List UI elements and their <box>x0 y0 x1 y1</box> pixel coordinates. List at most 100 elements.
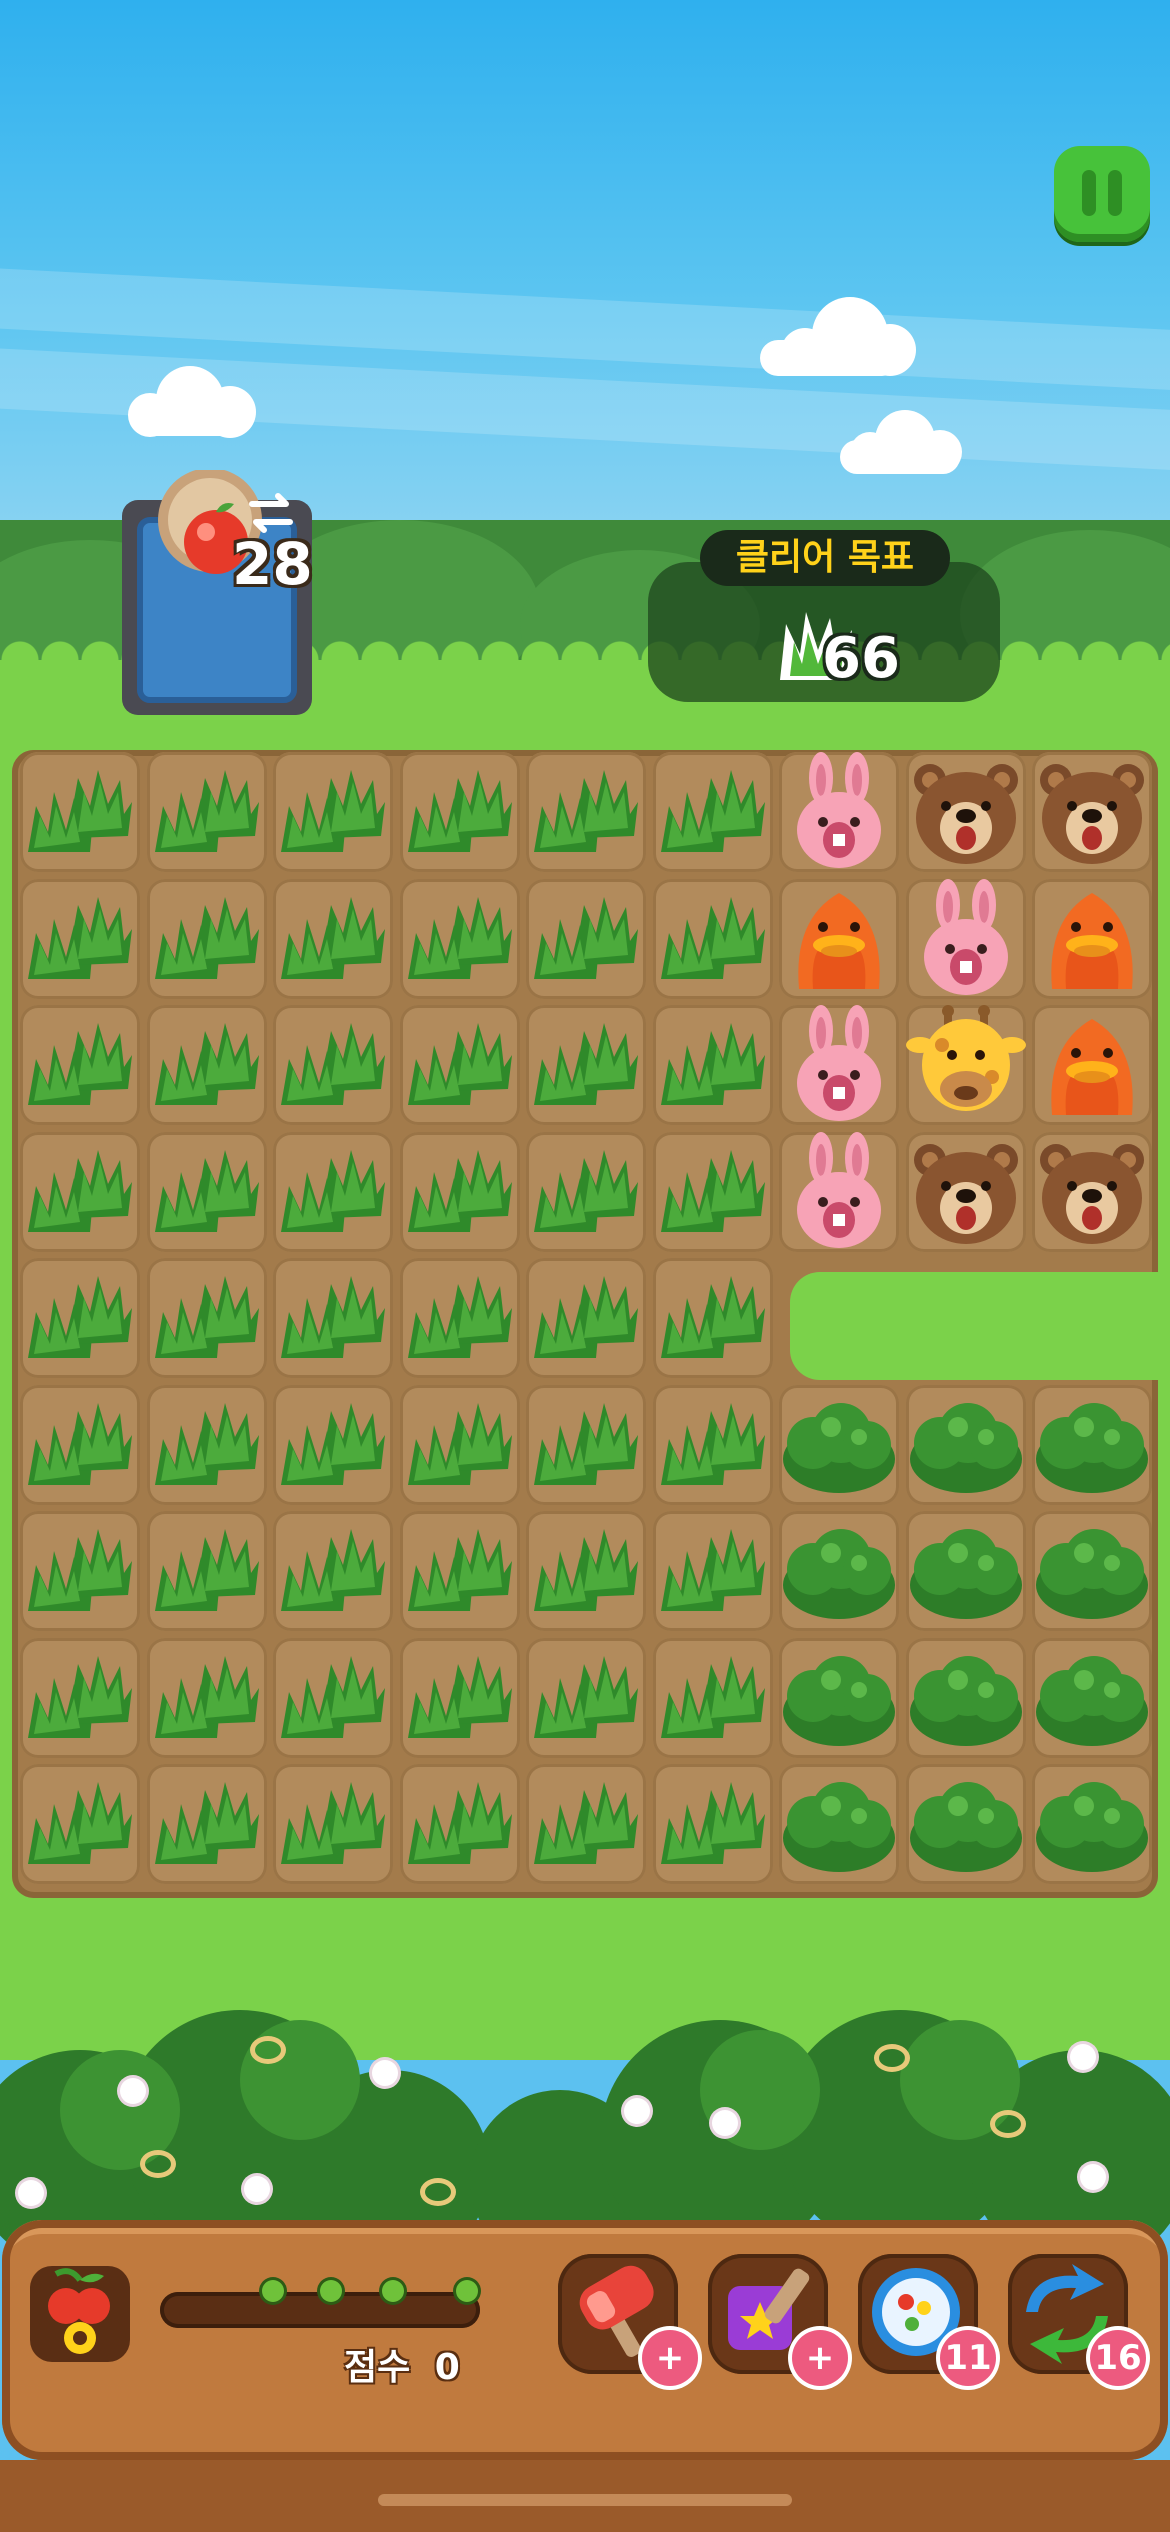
duck-tile[interactable] <box>1032 1005 1152 1125</box>
grass-icon <box>28 1276 132 1358</box>
bush-tile[interactable] <box>779 1511 899 1631</box>
bush-tile[interactable] <box>779 1637 899 1758</box>
bush-tile[interactable] <box>779 1384 899 1505</box>
grass-icon <box>154 1782 259 1864</box>
flower <box>120 2078 146 2104</box>
grass-icon <box>407 1023 512 1105</box>
bear-tile[interactable] <box>1032 752 1152 872</box>
grass-tile[interactable] <box>20 1764 140 1884</box>
grass-tile[interactable] <box>652 752 773 872</box>
grass-tile[interactable] <box>526 1511 646 1631</box>
grass-tile[interactable] <box>146 1131 267 1252</box>
grass-icon <box>534 770 638 852</box>
pause-button[interactable] <box>1054 146 1150 242</box>
grass-tile[interactable] <box>146 1258 267 1378</box>
bear-tile[interactable] <box>905 1131 1026 1252</box>
grass-tile[interactable] <box>273 752 393 872</box>
grass-tile[interactable] <box>273 1637 393 1758</box>
grass-tile[interactable] <box>399 1258 520 1378</box>
rabbit-tile[interactable] <box>779 1131 899 1252</box>
rabbit-tile[interactable] <box>905 878 1026 999</box>
grass-icon <box>660 1149 765 1232</box>
flower <box>712 2110 738 2136</box>
grass-icon <box>534 1529 638 1611</box>
grass-tile[interactable] <box>273 1511 393 1631</box>
grass-tile[interactable] <box>273 1764 393 1884</box>
grass-tile[interactable] <box>652 1764 773 1884</box>
grass-icon <box>154 1023 259 1105</box>
grass-tile[interactable] <box>526 1005 646 1125</box>
rabbit-icon <box>797 1131 881 1248</box>
grass-tile[interactable] <box>20 1258 140 1378</box>
bush-tile[interactable] <box>905 1637 1026 1758</box>
grass-tile[interactable] <box>399 1384 520 1505</box>
grass-tile[interactable] <box>273 1384 393 1505</box>
grass-tile[interactable] <box>399 1637 520 1758</box>
grass-tile[interactable] <box>20 878 140 999</box>
grass-icon <box>154 1529 259 1611</box>
grass-tile[interactable] <box>273 1131 393 1252</box>
grass-tile[interactable] <box>273 878 393 999</box>
grass-tile[interactable] <box>399 1764 520 1884</box>
bush-tile[interactable] <box>1032 1764 1152 1884</box>
grass-tile[interactable] <box>146 878 267 999</box>
grass-tile[interactable] <box>652 1511 773 1631</box>
grass-tile[interactable] <box>20 1131 140 1252</box>
grass-tile[interactable] <box>399 1511 520 1631</box>
bush-tile[interactable] <box>1032 1637 1152 1758</box>
grass-tile[interactable] <box>526 752 646 872</box>
bush-tile[interactable] <box>905 1511 1026 1631</box>
rabbit-tile[interactable] <box>779 1005 899 1125</box>
grass-icon <box>281 896 385 979</box>
grass-tile[interactable] <box>273 1005 393 1125</box>
duck-icon <box>798 892 880 989</box>
grass-tile[interactable] <box>20 1384 140 1505</box>
grass-tile[interactable] <box>652 1258 773 1378</box>
bush-icon <box>783 1655 895 1746</box>
grass-tile[interactable] <box>399 1131 520 1252</box>
grass-tile[interactable] <box>652 1384 773 1505</box>
grass-tile[interactable] <box>526 1764 646 1884</box>
grass-tile[interactable] <box>526 1258 646 1378</box>
grass-icon <box>281 1402 385 1485</box>
bush-tile[interactable] <box>1032 1511 1152 1631</box>
bush-tile[interactable] <box>779 1764 899 1884</box>
hammer-badge: + <box>642 2330 698 2386</box>
grass-tile[interactable] <box>146 1005 267 1125</box>
grass-tile[interactable] <box>146 1764 267 1884</box>
grass-tile[interactable] <box>273 1258 393 1378</box>
flower <box>372 2060 398 2086</box>
grass-tile[interactable] <box>652 878 773 999</box>
grass-icon <box>28 1655 132 1738</box>
duck-tile[interactable] <box>779 878 899 999</box>
giraffe-tile[interactable] <box>905 1005 1026 1125</box>
grass-tile[interactable] <box>146 1637 267 1758</box>
grass-tile[interactable] <box>652 1637 773 1758</box>
bush-tile[interactable] <box>1032 1384 1152 1505</box>
grass-icon <box>28 770 132 852</box>
grass-icon <box>154 1402 259 1485</box>
grass-tile[interactable] <box>146 1511 267 1631</box>
grass-tile[interactable] <box>20 1511 140 1631</box>
grass-tile[interactable] <box>526 878 646 999</box>
bear-tile[interactable] <box>1032 1131 1152 1252</box>
grass-tile[interactable] <box>146 1384 267 1505</box>
grass-tile[interactable] <box>399 1005 520 1125</box>
duck-tile[interactable] <box>1032 878 1152 999</box>
grass-tile[interactable] <box>526 1384 646 1505</box>
bush-tile[interactable] <box>905 1384 1026 1505</box>
grass-icon <box>28 1023 132 1105</box>
grass-tile[interactable] <box>146 752 267 872</box>
grass-tile[interactable] <box>399 878 520 999</box>
grass-tile[interactable] <box>399 752 520 872</box>
grass-tile[interactable] <box>526 1131 646 1252</box>
grass-tile[interactable] <box>20 1005 140 1125</box>
bush-tile[interactable] <box>905 1764 1026 1884</box>
grass-tile[interactable] <box>20 1637 140 1758</box>
grass-tile[interactable] <box>20 752 140 872</box>
rabbit-tile[interactable] <box>779 752 899 872</box>
grass-tile[interactable] <box>652 1131 773 1252</box>
grass-tile[interactable] <box>652 1005 773 1125</box>
bear-tile[interactable] <box>905 752 1026 872</box>
grass-tile[interactable] <box>526 1637 646 1758</box>
